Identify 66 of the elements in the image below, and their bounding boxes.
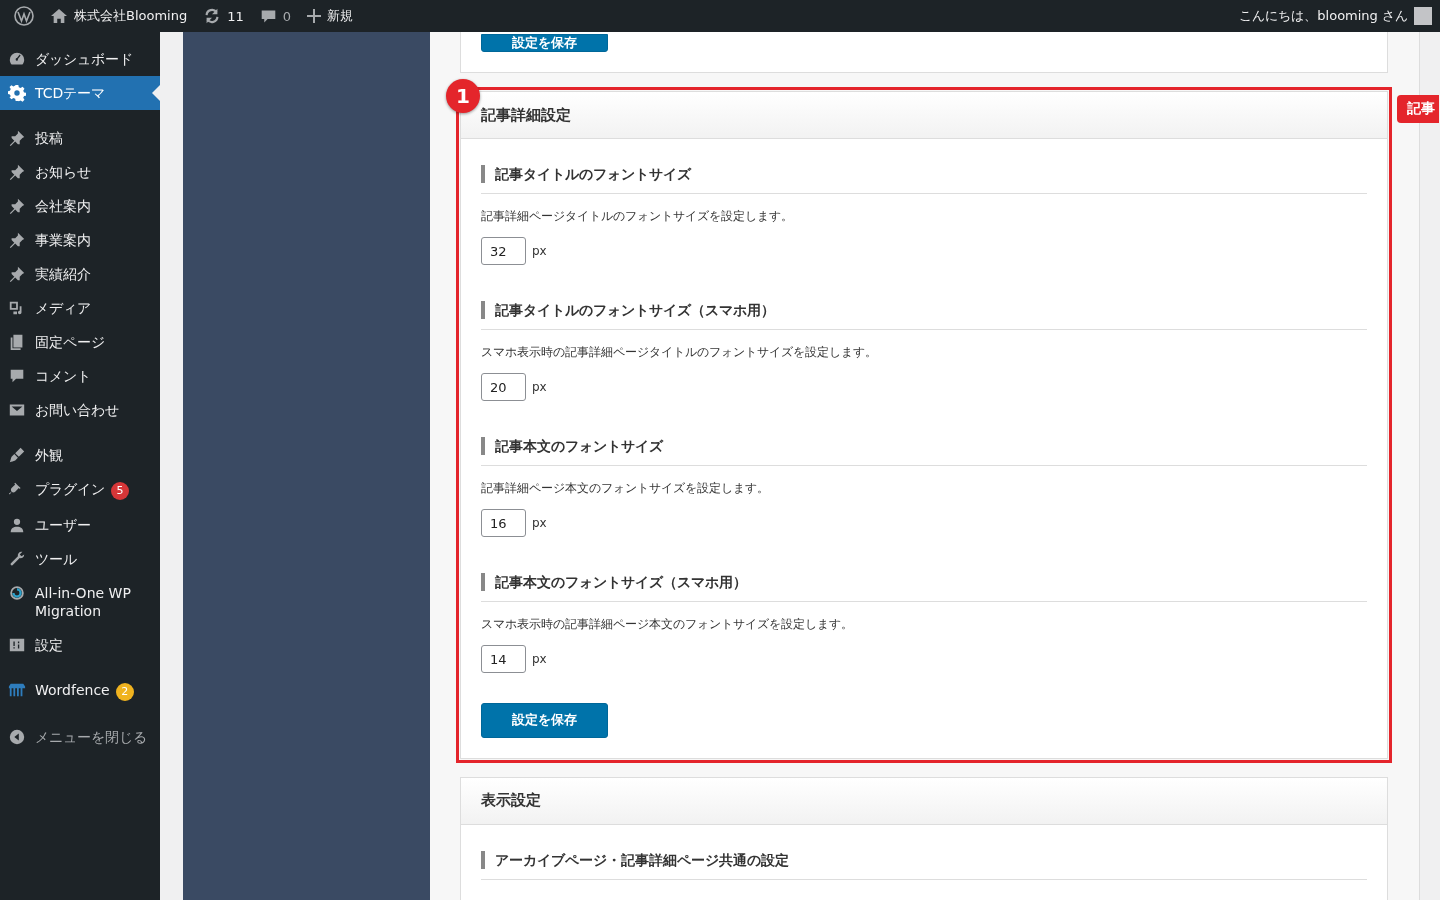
unit-label: px xyxy=(532,652,547,666)
field-description: 記事詳細ページタイトルのフォントサイズを設定します。 xyxy=(481,208,794,225)
sidebar-item[interactable]: メディア xyxy=(0,291,160,325)
pin-icon xyxy=(8,163,26,181)
sidebar-item[interactable]: 設定 xyxy=(0,628,160,662)
sidebar-item[interactable]: 外観 xyxy=(0,438,160,472)
comments-link[interactable]: 0 xyxy=(251,0,300,32)
pin-icon xyxy=(8,129,26,147)
unit-label: px xyxy=(532,380,547,394)
sidebar-item[interactable]: 投稿 xyxy=(0,121,160,155)
pin-icon xyxy=(8,197,26,215)
plus-icon xyxy=(307,9,322,23)
field-heading: 記事タイトルのフォントサイズ（スマホ用） xyxy=(481,301,1367,319)
field-heading: 記事本文のフォントサイズ xyxy=(481,437,1367,455)
left-arrow-circle-icon xyxy=(8,728,26,746)
number-input[interactable]: 14 xyxy=(481,645,526,673)
count-badge: 5 xyxy=(111,482,129,500)
sidebar-item[interactable]: お知らせ xyxy=(0,155,160,189)
account-link[interactable]: こんにちは、blooming さん xyxy=(1231,0,1440,32)
sidebar-item[interactable]: プラグイン 5 xyxy=(0,472,160,508)
new-label: 新規 xyxy=(327,7,354,25)
unit-label: px xyxy=(532,516,547,530)
avatar-icon xyxy=(1414,7,1432,25)
wordfence-logo-icon xyxy=(8,681,26,699)
number-input[interactable]: 16 xyxy=(481,509,526,537)
site-name-link[interactable]: 株式会社Blooming xyxy=(42,0,196,32)
pin-icon xyxy=(8,265,26,283)
count-badge: 2 xyxy=(115,683,134,701)
sidebar-item[interactable]: お問い合わせ xyxy=(0,393,160,427)
sliders-icon xyxy=(8,636,26,654)
brush-icon xyxy=(8,446,26,464)
pin-icon xyxy=(8,231,26,249)
sidebar-item[interactable]: 実績紹介 xyxy=(0,257,160,291)
field-description: スマホ表示時の記事詳細ページタイトルのフォントサイズを設定します。 xyxy=(481,344,878,361)
sidebar-item[interactable]: ダッシュボード xyxy=(0,42,160,76)
number-input[interactable]: 20 xyxy=(481,373,526,401)
sidebar-item[interactable]: All-in-One WP Migration xyxy=(0,576,160,628)
save-button[interactable]: 設定を保存 xyxy=(481,702,608,738)
wrench-icon xyxy=(8,550,26,568)
sidebar-item[interactable]: 事業案内 xyxy=(0,223,160,257)
site-name: 株式会社Blooming xyxy=(74,7,188,25)
sidebar-item[interactable]: 固定ページ xyxy=(0,325,160,359)
field-description: 記事詳細ページ本文のフォントサイズを設定します。 xyxy=(481,480,770,497)
field-heading: 記事タイトルのフォントサイズ xyxy=(481,165,1367,183)
sidebar-item[interactable]: TCDテーマ xyxy=(0,76,160,110)
field-heading: 記事本文のフォントサイズ（スマホ用） xyxy=(481,573,1367,591)
sidebar-item[interactable]: 会社案内 xyxy=(0,189,160,223)
field-heading: アーカイブページ・記事詳細ページ共通の設定 xyxy=(481,850,1367,869)
sidebar-item[interactable]: ユーザー xyxy=(0,508,160,542)
sidebar-item[interactable]: ツール xyxy=(0,542,160,576)
home-icon xyxy=(50,8,68,24)
save-button[interactable]: 設定を保存 xyxy=(481,34,608,52)
sidebar-item[interactable]: コメント xyxy=(0,359,160,393)
number-input[interactable]: 32 xyxy=(481,237,526,265)
updates-link[interactable]: 11 xyxy=(195,0,252,32)
comment-count: 0 xyxy=(282,8,292,24)
gear-icon xyxy=(8,84,26,102)
greeting: こんにちは、blooming さん xyxy=(1239,7,1408,25)
update-count: 11 xyxy=(227,8,244,24)
unit-label: px xyxy=(532,244,547,258)
sidebar-item[interactable]: Wordfence 2 xyxy=(0,673,160,709)
collapse-menu-button[interactable]: メニューを閉じる xyxy=(0,720,160,754)
step-number-badge: 1 xyxy=(446,79,480,113)
field-description: スマホ表示時の記事詳細ページ本文のフォントサイズを設定します。 xyxy=(481,616,854,633)
user-icon xyxy=(8,516,26,534)
new-link[interactable]: 新規 xyxy=(299,0,362,32)
